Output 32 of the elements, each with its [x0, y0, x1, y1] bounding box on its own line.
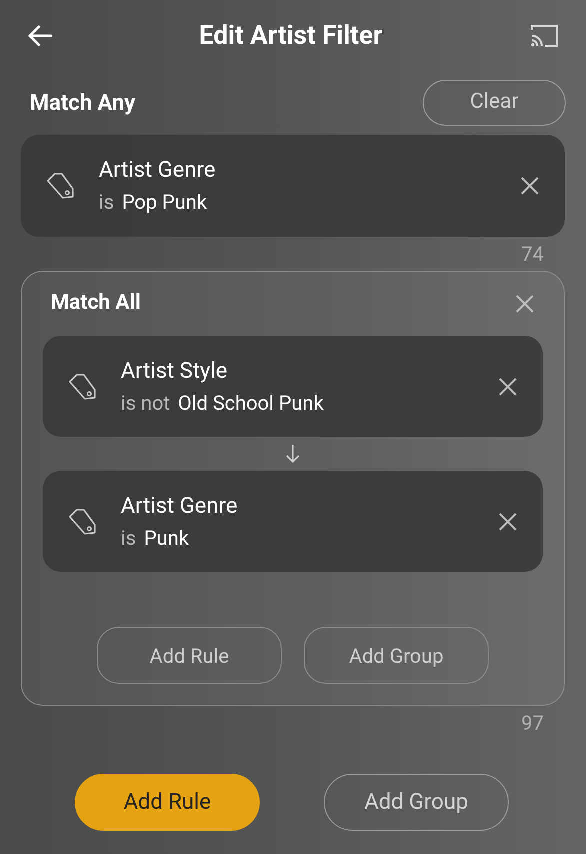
- add-button[interactable]: Add Group: [324, 774, 509, 831]
- rule-value: Pop Punk: [122, 189, 208, 216]
- close-icon: [515, 294, 535, 314]
- rule-operator: is not: [121, 390, 170, 416]
- back-arrow-icon: [27, 25, 53, 47]
- add-button[interactable]: Add Rule: [75, 774, 260, 831]
- tag-icon: [67, 372, 97, 402]
- add-button[interactable]: Add Group: [304, 627, 489, 684]
- rule-field: Artist Genre: [99, 155, 515, 187]
- rule-field: Artist Genre: [121, 490, 493, 522]
- rule-card[interactable]: Artist Genre is Pop Punk: [21, 135, 565, 237]
- rule-value: Punk: [144, 524, 190, 552]
- rule-operator: is: [99, 189, 114, 216]
- group-label: Match All: [51, 290, 141, 318]
- tag-icon: [45, 171, 75, 201]
- tag-icon: [67, 506, 97, 536]
- rule-operator: is: [121, 524, 136, 552]
- page-title: Edit Artist Filter: [199, 20, 383, 52]
- rule-card[interactable]: Artist Style is not Old School Punk: [43, 336, 543, 437]
- rule-field: Artist Style: [121, 356, 493, 388]
- rule-card[interactable]: Artist Genre is Punk: [43, 471, 543, 572]
- close-icon: [498, 512, 518, 532]
- cast-icon: [528, 24, 559, 48]
- close-icon: [498, 376, 518, 396]
- rule-count: 74: [522, 241, 544, 268]
- add-button[interactable]: Add Rule: [97, 627, 282, 684]
- close-icon: [520, 176, 540, 196]
- group-label: Match Any: [30, 90, 136, 118]
- rule-count: 97: [522, 710, 544, 737]
- down-arrow-icon: [285, 444, 301, 464]
- rule-value: Old School Punk: [178, 390, 324, 416]
- clear-button[interactable]: Clear: [423, 80, 566, 126]
